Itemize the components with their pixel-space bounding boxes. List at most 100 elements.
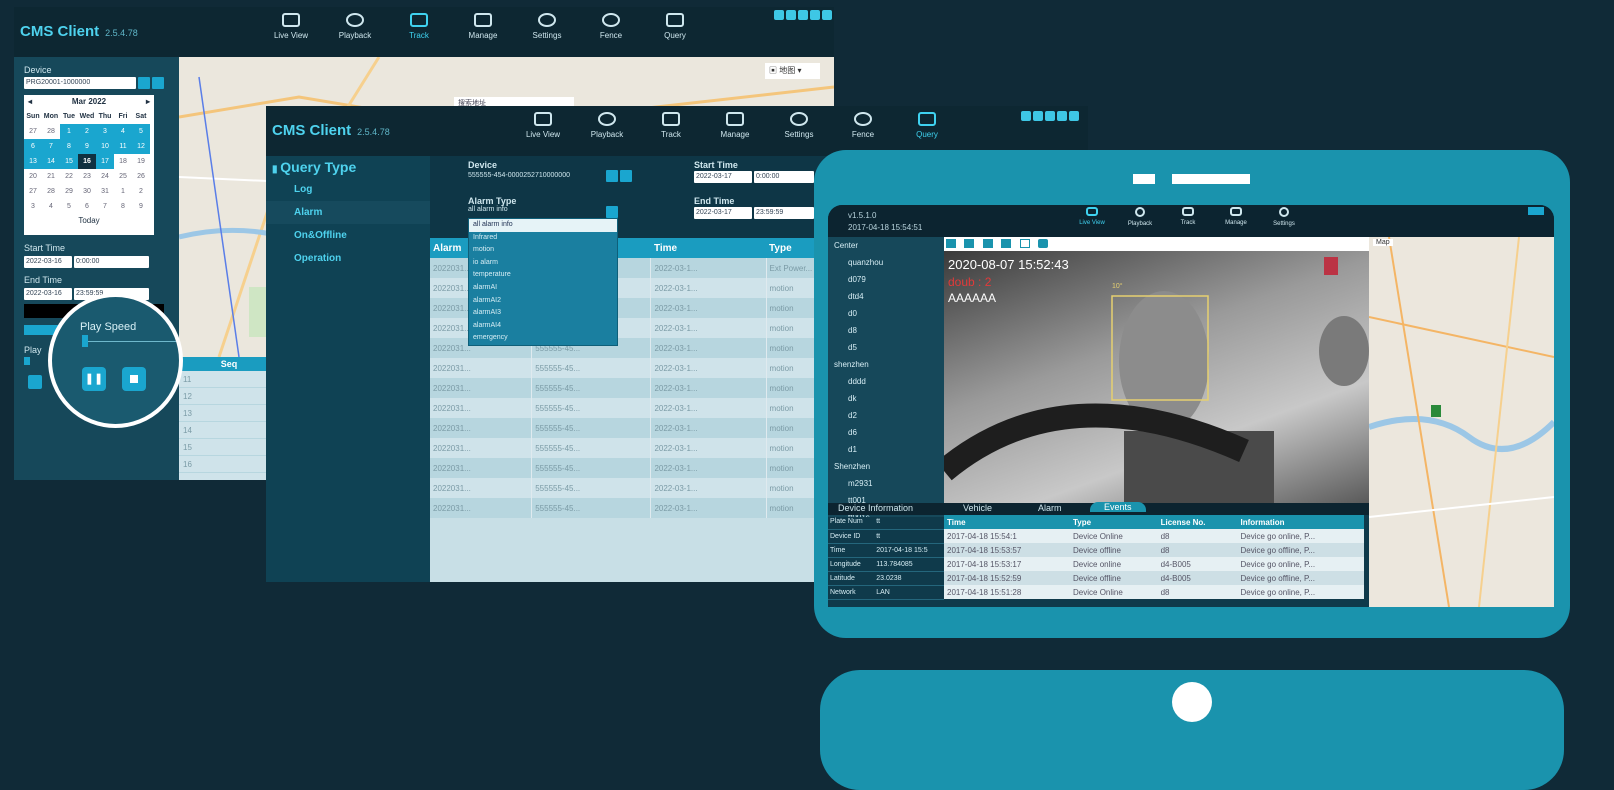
end-date-input[interactable]: 2022-03-16 [24, 288, 72, 300]
layout-4-icon[interactable] [964, 239, 975, 248]
nav-manage[interactable]: Manage [1212, 207, 1260, 227]
nav-settings[interactable]: Settings [1260, 207, 1308, 227]
nav-fence[interactable]: Fence [831, 112, 895, 139]
pause-button[interactable] [28, 375, 42, 389]
calendar-day[interactable]: 4 [42, 199, 60, 214]
calendar-day[interactable]: 9 [78, 139, 96, 154]
nav-manage[interactable]: Manage [703, 112, 767, 139]
events-column-header[interactable]: License No. [1157, 515, 1238, 529]
event-row[interactable]: 2017-04-18 15:53:17 Device online d4-B005 D… [944, 557, 1364, 571]
settings-icon[interactable] [1033, 111, 1043, 121]
alarm-type-option[interactable]: emergency [469, 332, 617, 345]
nav-manage[interactable]: Manage [451, 13, 515, 40]
nav-settings[interactable]: Settings [515, 13, 579, 40]
event-row[interactable]: 2017-04-18 15:54:1 Device Online d8 Device … [944, 529, 1364, 543]
end-date-input[interactable]: 2022-03-17 [694, 207, 752, 219]
calendar-day[interactable]: 30 [78, 184, 96, 199]
tree-node[interactable]: Center [834, 237, 944, 254]
nav-track[interactable]: Track [387, 13, 451, 40]
alarm-type-option[interactable]: alarmAI4 [469, 320, 617, 333]
calendar-day[interactable]: 17 [96, 154, 114, 169]
alarm-type-option[interactable]: alarmAI2 [469, 295, 617, 308]
alarm-type-option[interactable]: temperature [469, 269, 617, 282]
tree-node[interactable]: Shenzhen [834, 458, 944, 475]
events-column-header[interactable]: Time [944, 515, 1071, 529]
nav-playback[interactable]: Playback [1116, 207, 1164, 227]
calendar-day[interactable]: 1 [114, 184, 132, 199]
calendar-day[interactable]: 21 [42, 169, 60, 184]
query-item-log[interactable]: Log [266, 178, 430, 201]
start-date-input[interactable]: 2022-03-16 [24, 256, 72, 268]
user-icon[interactable] [1021, 111, 1031, 121]
calendar-day[interactable]: 12 [132, 139, 150, 154]
event-row[interactable]: 2017-04-18 15:53:57 Device offline d8 Devic… [944, 543, 1364, 557]
calendar-day[interactable]: 27 [24, 184, 42, 199]
device-value[interactable]: 555555-454-0000252710000000 [468, 172, 608, 179]
alarm-type-option[interactable]: Infrared [469, 232, 617, 245]
end-time-input[interactable]: 23:59:59 [754, 207, 814, 219]
tablet-map[interactable]: Map [1369, 237, 1554, 607]
alarm-type-option[interactable]: all alarm info [469, 219, 617, 232]
calendar-day[interactable]: 15 [60, 154, 78, 169]
today-button[interactable]: Today [24, 216, 154, 225]
snapshot-icon[interactable] [1038, 239, 1049, 248]
calendar-day[interactable]: 8 [60, 139, 78, 154]
tree-node[interactable]: dddd [834, 373, 944, 390]
device-dropdown-button[interactable] [606, 170, 618, 182]
calendar-day[interactable]: 28 [42, 184, 60, 199]
query-item-on-offline[interactable]: On&Offline [266, 224, 430, 247]
next-month-icon[interactable]: ▸ [146, 95, 150, 109]
nav-query[interactable]: Query [643, 13, 707, 40]
tree-node[interactable]: dk [834, 390, 944, 407]
column-header[interactable]: Time [650, 238, 767, 258]
alarm-type-option[interactable]: motion [469, 244, 617, 257]
chevron-down-icon[interactable] [606, 206, 618, 218]
maximize-icon[interactable] [810, 10, 820, 20]
play-speed-slider[interactable] [82, 335, 88, 347]
tree-node[interactable]: d079 [834, 271, 944, 288]
stop-icon[interactable] [122, 367, 146, 391]
events-column-header[interactable]: Information [1237, 515, 1364, 529]
search-icon[interactable] [152, 77, 164, 89]
calendar-day[interactable]: 27 [24, 124, 42, 139]
calendar-day[interactable]: 3 [24, 199, 42, 214]
event-row[interactable]: 2017-04-18 15:51:28 Device Online d8 Device… [944, 585, 1364, 599]
tree-node[interactable]: dtd4 [834, 288, 944, 305]
calendar-day[interactable]: 18 [114, 154, 132, 169]
tab-device-information[interactable]: Device Information [838, 503, 913, 513]
tree-node[interactable]: d5 [834, 339, 944, 356]
calendar-day[interactable]: 11 [114, 139, 132, 154]
tree-node[interactable]: d0 [834, 305, 944, 322]
calendar-day[interactable]: 4 [114, 124, 132, 139]
tab-events[interactable]: Events [1090, 502, 1146, 512]
event-row[interactable]: 2017-04-18 15:52:59 Device offline d4-B005… [944, 571, 1364, 585]
nav-query[interactable]: Query [895, 112, 959, 139]
calendar-day[interactable]: 26 [132, 169, 150, 184]
window-control-icon[interactable] [1528, 207, 1544, 215]
search-icon[interactable] [620, 170, 632, 182]
nav-playback[interactable]: Playback [575, 112, 639, 139]
minimize-icon[interactable] [798, 10, 808, 20]
prev-month-icon[interactable]: ◂ [28, 95, 32, 109]
tree-node[interactable]: d6 [834, 424, 944, 441]
tab-alarm[interactable]: Alarm [1038, 503, 1062, 513]
close-icon[interactable] [1069, 111, 1079, 121]
nav-track[interactable]: Track [639, 112, 703, 139]
layout-16-icon[interactable] [1001, 239, 1012, 248]
calendar-day[interactable]: 1 [60, 124, 78, 139]
tree-node[interactable]: shenzhen [834, 356, 944, 373]
tree-node[interactable]: d1 [834, 441, 944, 458]
close-icon[interactable] [822, 10, 832, 20]
play-slider[interactable] [24, 357, 30, 365]
map-type-label[interactable]: Map [1373, 239, 1393, 246]
calendar-day[interactable]: 20 [24, 169, 42, 184]
query-item-operation[interactable]: Operation [266, 247, 430, 270]
nav-playback[interactable]: Playback [323, 13, 387, 40]
calendar-day[interactable]: 5 [132, 124, 150, 139]
calendar-day[interactable]: 13 [24, 154, 42, 169]
maximize-icon[interactable] [1057, 111, 1067, 121]
tree-node[interactable]: d2 [834, 407, 944, 424]
nav-live-view[interactable]: Live View [259, 13, 323, 40]
calendar-day[interactable]: 9 [132, 199, 150, 214]
calendar-day[interactable]: 19 [132, 154, 150, 169]
